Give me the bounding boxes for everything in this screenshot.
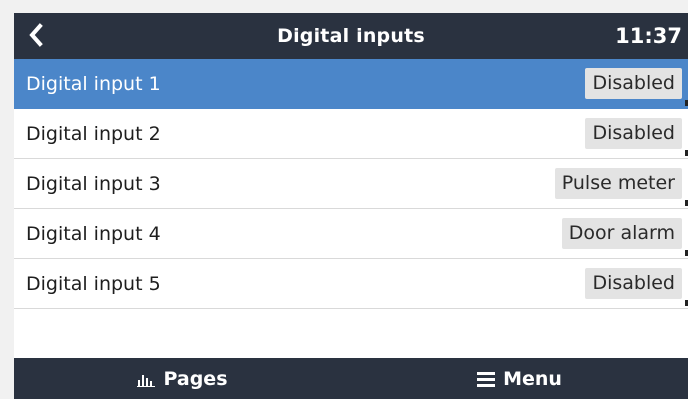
page-title: Digital inputs <box>277 25 425 47</box>
menu-button[interactable]: Menu <box>351 358 688 399</box>
list-item-label: Digital input 5 <box>26 272 161 295</box>
pages-button[interactable]: Pages <box>14 358 351 399</box>
list-item-value: Door alarm <box>561 218 682 249</box>
menu-label: Menu <box>503 367 562 390</box>
list-item-digital-input-2[interactable]: Digital input 2 Disabled <box>14 109 688 159</box>
list-item-digital-input-5[interactable]: Digital input 5 Disabled <box>14 259 688 309</box>
list-item-digital-input-3[interactable]: Digital input 3 Pulse meter <box>14 159 688 209</box>
input-list: Digital input 1 Disabled Digital input 2… <box>14 59 688 309</box>
list-item-value: Pulse meter <box>554 168 682 199</box>
bar-chart-icon <box>137 374 156 387</box>
list-item-value: Disabled <box>585 118 682 149</box>
list-item-value: Disabled <box>585 68 682 99</box>
list-item-digital-input-4[interactable]: Digital input 4 Door alarm <box>14 209 688 259</box>
list-item-label: Digital input 1 <box>26 72 161 95</box>
list-item-value: Disabled <box>585 268 682 299</box>
footer-bar: Pages Menu <box>14 358 688 399</box>
device-screen: Digital inputs 11:37 Digital input 1 Dis… <box>14 13 688 399</box>
hamburger-icon <box>477 371 496 387</box>
list-item-label: Digital input 4 <box>26 222 161 245</box>
list-item-label: Digital input 3 <box>26 172 161 195</box>
list-item-label: Digital input 2 <box>26 122 161 145</box>
clock: 11:37 <box>615 24 682 48</box>
pages-label: Pages <box>163 367 228 390</box>
list-item-digital-input-1[interactable]: Digital input 1 Disabled <box>14 59 688 109</box>
header-bar: Digital inputs 11:37 <box>14 13 688 59</box>
